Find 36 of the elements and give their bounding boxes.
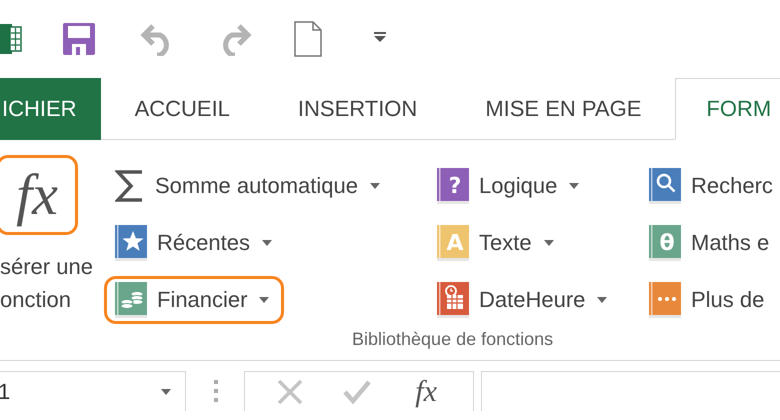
function-category-button[interactable]: ? Logique <box>426 162 594 210</box>
book-book-icon: θ <box>649 225 681 261</box>
ribbon-tab[interactable]: ACCUEIL <box>100 78 264 140</box>
caret-icon <box>370 183 380 189</box>
function-category-button[interactable]: Financier <box>104 276 284 324</box>
book-book-icon: ? <box>437 168 469 204</box>
caret-icon <box>259 297 270 303</box>
caret-icon <box>161 388 171 394</box>
ribbon-tab[interactable]: INSERTION <box>264 78 452 140</box>
function-category-button[interactable]: DateHeure <box>426 276 622 324</box>
ribbon-tab[interactable]: MISE EN PAGE <box>451 78 676 140</box>
save-icon[interactable] <box>62 22 96 56</box>
caret-icon <box>569 183 580 189</box>
ribbon-tab[interactable]: FORM <box>675 78 780 140</box>
function-category-button[interactable]: Somme automatique <box>104 162 395 210</box>
excel-logo-icon[interactable] <box>0 22 22 56</box>
customize-dropdown-icon[interactable] <box>374 32 386 42</box>
caret-icon <box>262 240 272 246</box>
new-document-icon[interactable] <box>294 21 322 57</box>
insert-function-button[interactable]: fx <box>411 374 441 408</box>
insert-function-label: sérer une onction <box>0 253 94 314</box>
sigma-icon <box>115 169 145 203</box>
insert-function-button[interactable]: fx <box>0 155 78 235</box>
function-category-button[interactable]: Plus de <box>638 276 780 324</box>
name-box[interactable]: 1 <box>0 371 186 411</box>
group-label: Bibliothèque de fonctions <box>352 328 554 351</box>
file-tab[interactable]: ICHIER <box>0 78 101 140</box>
function-category-button[interactable]: A Texte <box>426 219 569 267</box>
caret-icon <box>597 297 608 303</box>
function-category-button[interactable]: Recherc <box>638 162 780 210</box>
function-category-button[interactable]: θ Maths e <box>638 219 780 267</box>
formula-input[interactable] <box>481 371 780 411</box>
caret-icon <box>544 240 554 246</box>
function-category-button[interactable]: Récentes <box>104 219 287 267</box>
book-book-icon: A <box>437 225 469 261</box>
grip-icon[interactable] <box>213 380 219 402</box>
